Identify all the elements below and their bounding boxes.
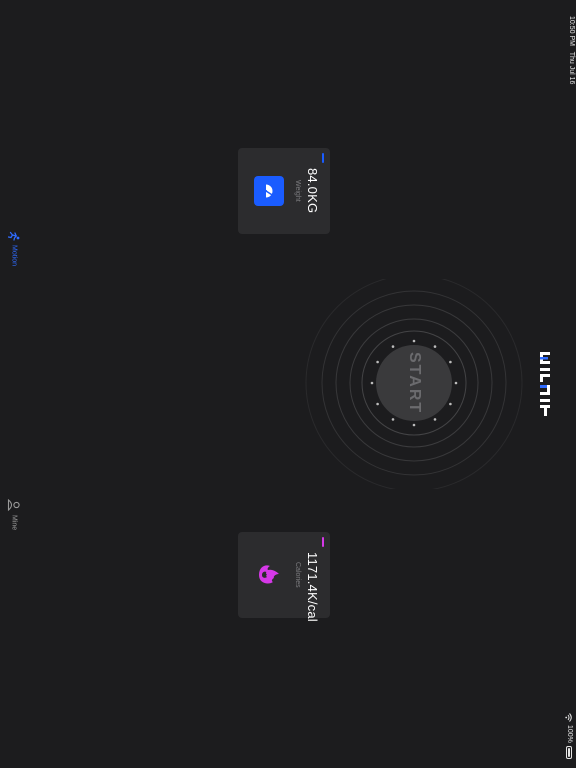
calories-label: Calories bbox=[294, 562, 301, 588]
flame-icon bbox=[254, 560, 284, 590]
tab-mine-label: Mine bbox=[10, 515, 18, 531]
wifi-icon bbox=[565, 713, 573, 722]
person-icon bbox=[7, 498, 20, 512]
scale-gauge-icon bbox=[254, 176, 284, 206]
calories-accent-bar bbox=[322, 537, 324, 547]
status-battery-group: 100% bbox=[564, 713, 574, 763]
battery-percent: 100% bbox=[566, 725, 573, 743]
calories-card[interactable]: 1171.4K/cal Calories bbox=[238, 532, 330, 622]
start-button[interactable]: START bbox=[376, 345, 452, 421]
start-label: START bbox=[406, 351, 423, 415]
start-area: START bbox=[304, 279, 524, 489]
brand-logo bbox=[536, 350, 558, 418]
calories-value: 1171.4K/cal bbox=[305, 552, 320, 622]
status-date: Thu Jul 16 bbox=[568, 51, 575, 85]
running-person-icon bbox=[8, 231, 20, 241]
weight-card[interactable]: 84.0KG Weight bbox=[238, 148, 330, 234]
weight-label: Weight bbox=[294, 180, 301, 202]
battery-icon bbox=[566, 745, 572, 759]
tab-mine[interactable]: Mine bbox=[2, 498, 26, 530]
tab-motion-label: Motion bbox=[10, 245, 18, 267]
weight-accent-bar bbox=[322, 153, 324, 163]
status-time-date: 10:50 PM Thu Jul 16 bbox=[566, 16, 576, 86]
weight-value: 84.0KG bbox=[305, 168, 320, 214]
status-time: 10:50 PM bbox=[568, 16, 575, 46]
tab-motion[interactable]: Motion bbox=[2, 230, 26, 266]
